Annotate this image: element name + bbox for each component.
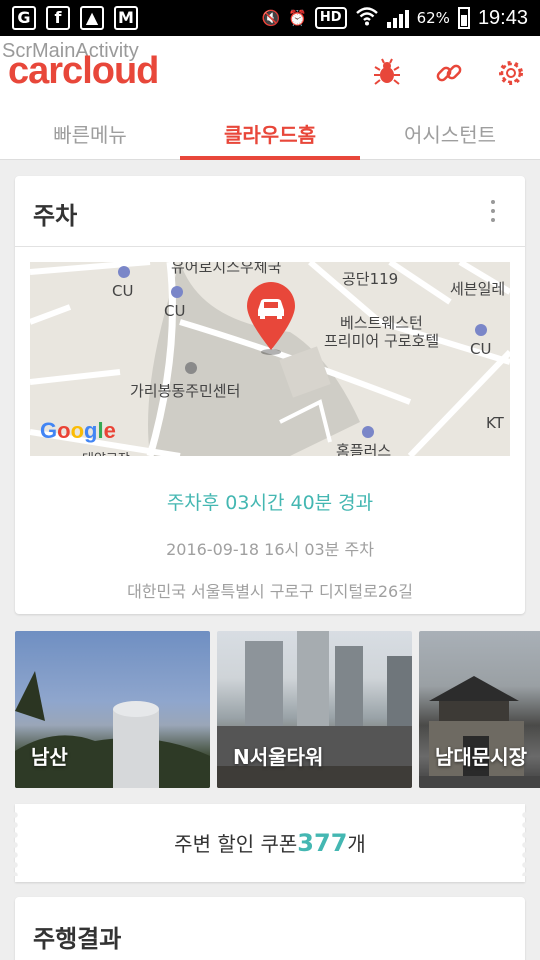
- map-label: CU: [164, 302, 186, 320]
- alarm-icon: ⏰: [288, 9, 307, 27]
- app-logo: carcloud: [8, 50, 159, 92]
- wifi-icon: [355, 6, 379, 30]
- map-label: CU: [470, 340, 492, 358]
- parking-address: 대한민국 서울특별시 구로구 디지털로26길: [127, 582, 413, 601]
- app-notification-icon: G: [12, 6, 36, 30]
- bug-icon[interactable]: [372, 58, 402, 88]
- mail-icon: M: [114, 6, 138, 30]
- tab-bar: 빠른메뉴 클라우드홈 어시스턴트: [0, 112, 540, 160]
- store-icon: [171, 286, 183, 298]
- status-bar: G f ▲ M 🔇 ⏰ HD 62% 19:43: [0, 0, 540, 36]
- mute-icon: 🔇: [261, 9, 281, 27]
- app-header: ScrMainActivity carcloud 빠른메뉴 클라우드홈 어시스턴…: [0, 36, 540, 160]
- map-label: 가리봉동주민센터: [130, 382, 241, 400]
- driving-result-title: 주행결과: [33, 925, 122, 953]
- government-icon: [185, 362, 197, 374]
- place-label: 남대문시장: [435, 745, 527, 769]
- map-label: 프리미어 구로호텔: [324, 332, 440, 350]
- coupon-suffix: 개: [347, 832, 366, 856]
- store-icon: [362, 426, 374, 438]
- battery-percent: 62%: [416, 9, 450, 27]
- store-icon: [118, 266, 130, 278]
- link-icon[interactable]: [434, 58, 464, 88]
- place-card[interactable]: N서울타워: [217, 631, 412, 788]
- place-card[interactable]: 남산: [15, 631, 210, 788]
- driving-result-card[interactable]: 주행결과: [15, 897, 525, 960]
- signal-icon: [386, 8, 409, 28]
- parking-card-title: 주차: [33, 202, 78, 230]
- google-logo: Google: [40, 418, 116, 443]
- parking-elapsed-time: 주차후 03시간 40분 경과: [166, 492, 374, 514]
- map-label: KT: [486, 414, 504, 432]
- battery-icon: [457, 7, 470, 29]
- coupon-prefix: 주변 할인 쿠폰: [174, 832, 298, 856]
- map-label: 공단119: [342, 270, 399, 288]
- tab-assistant[interactable]: 어시스턴트: [360, 112, 540, 159]
- settings-icon[interactable]: [496, 58, 526, 88]
- map-label: 대양교장: [82, 448, 130, 456]
- car-location-pin-icon: [247, 282, 295, 355]
- hd-voice-icon: HD: [314, 7, 347, 29]
- place-label: 남산: [31, 745, 68, 769]
- place-card[interactable]: 남대문시장: [419, 631, 540, 788]
- place-label: N서울타워: [233, 745, 324, 769]
- coupon-text: 주변 할인 쿠폰377개: [15, 828, 525, 857]
- places-carousel[interactable]: 남산 N서울타워 남대문시장: [15, 631, 540, 788]
- map-label: 유어로지스우체국: [171, 262, 282, 276]
- clock: 19:43: [477, 6, 528, 29]
- more-options-icon[interactable]: [491, 200, 495, 222]
- coupon-count: 377: [297, 829, 348, 857]
- tab-cloud-home[interactable]: 클라우드홈: [180, 112, 360, 160]
- map-label: 세븐일레: [450, 280, 506, 298]
- parking-map[interactable]: 유어로지스우체국 공단119 세븐일레 CU CU 베스트웨스턴 프리미어 구로…: [30, 262, 510, 456]
- parking-card[interactable]: 주차 유어로지스우체국 공단119 세븐일레 CU CU 베스트웨스턴 프리미어…: [15, 176, 525, 614]
- gallery-icon: ▲: [80, 6, 104, 30]
- parking-timestamp: 2016-09-18 16시 03분 주차: [166, 540, 374, 559]
- coupon-banner[interactable]: 주변 할인 쿠폰377개: [12, 804, 528, 882]
- divider: [15, 246, 525, 247]
- map-label: 홈플러스: [336, 442, 392, 456]
- map-label: CU: [112, 282, 134, 300]
- facebook-icon: f: [46, 6, 70, 30]
- tab-quick-menu[interactable]: 빠른메뉴: [0, 112, 180, 159]
- store-icon: [475, 324, 487, 336]
